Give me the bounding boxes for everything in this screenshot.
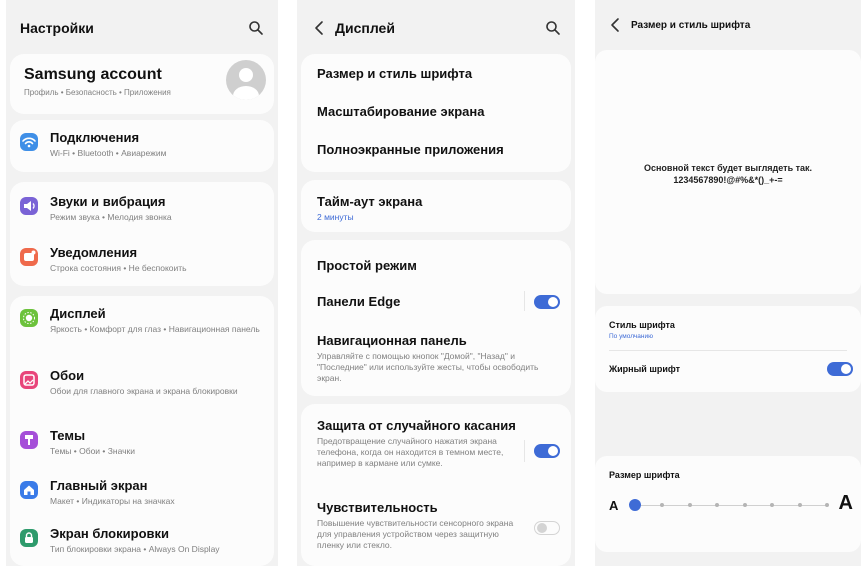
font-header: Размер и стиль шрифта [595, 0, 861, 50]
font-size-title: Размер шрифта [609, 470, 680, 480]
item-title: Дисплей [50, 306, 106, 321]
font-screen: Размер и стиль шрифта Основной текст буд… [595, 0, 861, 566]
item-value: По умолчанию [609, 333, 653, 340]
accidental-touch-toggle[interactable] [534, 444, 560, 458]
touch-sensitivity-toggle[interactable] [534, 521, 560, 535]
item-subtitle: Wi-Fi • Bluetooth • Авиарежим [50, 148, 167, 158]
font-size-small-label: A [609, 498, 619, 513]
item-subtitle: Яркость • Комфорт для глаз • Навигационн… [50, 324, 260, 334]
slider-tick [742, 503, 747, 507]
search-icon[interactable] [248, 20, 264, 36]
font-preview-card: Основной текст будет выглядеть так. 1234… [595, 50, 861, 294]
item-subtitle: Режим звука • Мелодия звонка [50, 212, 172, 222]
slider-tick [770, 503, 775, 507]
item-title: Масштабирование экрана [317, 104, 485, 119]
settings-item[interactable]: Дисплей Яркость • Комфорт для глаз • Нави… [6, 306, 278, 335]
settings-header: Настройки [6, 0, 278, 56]
account-subtitle: Профиль • Безопасность • Приложения [24, 88, 171, 97]
toggle-divider [524, 291, 525, 311]
search-icon[interactable] [545, 20, 561, 36]
font-size-large-label: A [838, 492, 853, 514]
preview-text: Основной текст будет выглядеть так. [643, 163, 813, 173]
navigation-bar-item[interactable]: Навигационная панель Управляйте с помощь… [297, 333, 575, 384]
display-screen: Дисплей Размер и стиль шрифта Масштабиро… [297, 0, 575, 566]
easy-mode-item[interactable]: Простой режим [297, 258, 575, 273]
notification-icon [20, 248, 38, 266]
settings-item[interactable]: Экран блокировки Тип блокировки экрана • … [6, 526, 278, 555]
slider-tick [660, 503, 665, 507]
item-title: Полноэкранные приложения [317, 142, 504, 157]
item-subtitle: Строка состояния • Не беспокоить [50, 263, 187, 273]
font-style-item[interactable]: Стиль шрифта По умолчанию [609, 320, 675, 342]
settings-item[interactable]: Обои Обои для главного экрана и экрана бл… [6, 368, 278, 397]
item-subtitle: Управляйте с помощью кнопок "Домой", "На… [317, 351, 539, 383]
themes-icon [20, 431, 38, 449]
back-arrow-icon[interactable] [311, 19, 329, 37]
toggle-divider [524, 440, 525, 462]
item-subtitle: Предотвращение случайного нажатия экрана… [317, 436, 504, 468]
bold-font-toggle[interactable] [827, 362, 853, 376]
edge-panels-toggle[interactable] [534, 295, 560, 309]
account-card[interactable]: Samsung account Профиль • Безопасность •… [10, 54, 274, 114]
font-size-card: Размер шрифта A A [595, 456, 861, 552]
font-size-slider[interactable] [629, 498, 829, 512]
item-subtitle: Тип блокировки экрана • Always On Displa… [50, 544, 220, 554]
settings-item[interactable]: Темы Темы • Обои • Значки [6, 428, 278, 457]
item-title: Размер и стиль шрифта [317, 66, 473, 81]
item-title: Темы [50, 428, 86, 443]
slider-thumb[interactable] [629, 499, 641, 511]
slider-tick [687, 503, 692, 507]
item-subtitle: Повышение чувствительности сенсорного эк… [317, 518, 514, 550]
wifi-icon [20, 133, 38, 151]
item-title: Стиль шрифта [609, 320, 675, 330]
screen-timeout-item[interactable]: Тайм-аут экрана 2 минуты [297, 194, 575, 223]
lock-icon [20, 529, 38, 547]
settings-screen: Настройки Samsung account Профиль • Безо… [6, 0, 278, 566]
font-size-style-item[interactable]: Размер и стиль шрифта [297, 66, 575, 81]
item-subtitle: Темы • Обои • Значки [50, 446, 136, 456]
home-icon [20, 481, 38, 499]
item-value: 2 минуты [317, 212, 354, 222]
slider-tick [715, 503, 720, 507]
item-title: Уведомления [50, 245, 138, 260]
display-header: Дисплей [297, 0, 575, 56]
wallpaper-icon [20, 371, 38, 389]
settings-item[interactable]: Уведомления Строка состояния • Не беспоко… [6, 245, 278, 274]
volume-icon [20, 197, 38, 215]
avatar[interactable] [226, 60, 266, 100]
bold-font-item[interactable]: Жирный шрифт [609, 364, 680, 374]
page-title: Дисплей [335, 20, 395, 36]
item-subtitle: Макет • Индикаторы на значках [50, 496, 175, 506]
accidental-touch-item[interactable]: Защита от случайного касания Предотвраще… [297, 418, 575, 469]
settings-item[interactable]: Главный экран Макет • Индикаторы на значк… [6, 478, 278, 507]
item-title: Обои [50, 368, 85, 383]
item-subtitle: Обои для главного экрана и экрана блокир… [50, 386, 238, 396]
row-divider [609, 350, 847, 351]
item-title: Главный экран [50, 478, 148, 493]
settings-item[interactable]: Звуки и вибрация Режим звука • Мелодия зв… [6, 194, 278, 223]
font-options-card: Стиль шрифта По умолчанию Жирный шрифт [595, 306, 861, 392]
fullscreen-apps-item[interactable]: Полноэкранные приложения [297, 142, 575, 157]
item-title: Чувствительность [317, 500, 438, 515]
item-title: Жирный шрифт [609, 364, 681, 374]
preview-characters: 1234567890!@#%&*()_+-= [673, 175, 783, 185]
slider-tick [825, 503, 829, 507]
user-icon [233, 68, 259, 100]
item-title: Тайм-аут экрана [317, 194, 423, 209]
back-arrow-icon[interactable] [607, 16, 625, 34]
item-title: Защита от случайного касания [317, 418, 516, 433]
screen-zoom-item[interactable]: Масштабирование экрана [297, 104, 575, 119]
page-title: Настройки [20, 20, 94, 36]
account-name: Samsung account [24, 66, 162, 83]
item-title: Навигационная панель [317, 333, 467, 348]
settings-item[interactable]: Подключения Wi-Fi • Bluetooth • Авиарежим [6, 130, 278, 159]
page-title: Размер и стиль шрифта [631, 19, 751, 31]
brightness-icon [20, 309, 38, 327]
slider-tick [797, 503, 802, 507]
item-title: Подключения [50, 130, 140, 145]
item-title: Экран блокировки [50, 526, 169, 541]
item-title: Звуки и вибрация [50, 194, 166, 209]
item-title: Простой режим [317, 258, 417, 273]
